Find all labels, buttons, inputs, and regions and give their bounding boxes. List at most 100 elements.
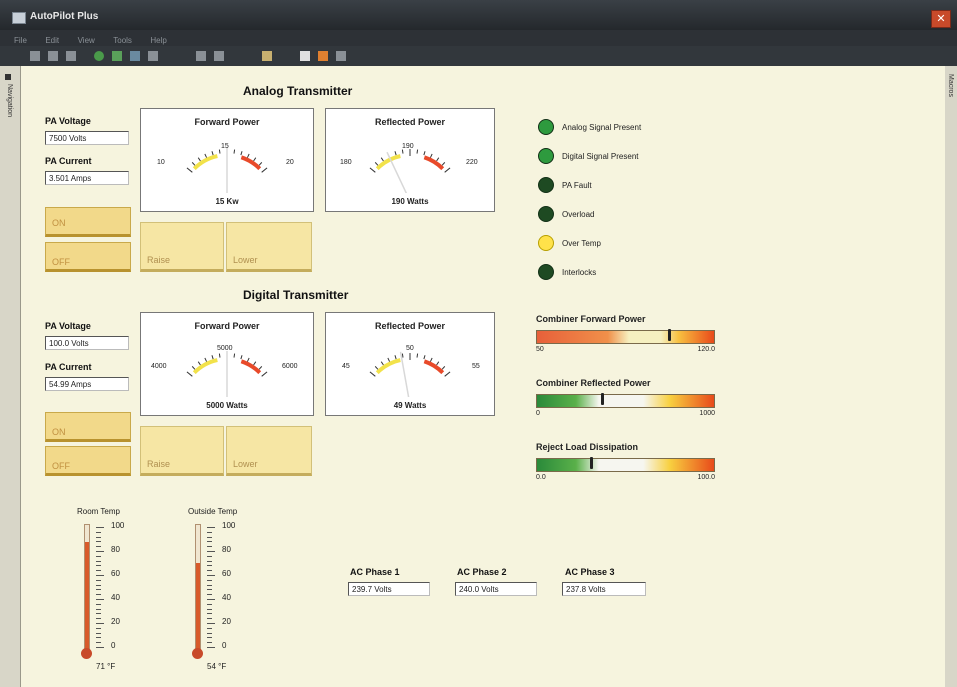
dial-tick [401,353,404,358]
device-icon[interactable] [130,51,140,61]
align-icon[interactable] [262,51,272,61]
settings-icon[interactable] [336,51,346,61]
chart-icon[interactable] [148,51,158,61]
edit-icon[interactable] [196,51,206,61]
page-icon[interactable] [300,51,310,61]
dial-tick [204,357,208,362]
analog-raise-button[interactable]: Raise [140,222,224,272]
bar-meter-title: Reject Load Dissipation [536,442,639,452]
save-icon[interactable] [66,51,76,61]
analog-forward-gauge: Forward Power 10 15 20 15 Kw [140,108,314,212]
dial-tick [258,162,263,166]
analog-lower-button[interactable]: Lower [226,222,312,272]
thermometer-tick [96,560,101,562]
monitor-icon[interactable] [112,51,122,61]
main-panel: Analog Transmitter PA Voltage 7500 Volts… [21,66,945,687]
status-led-label: PA Fault [562,181,592,190]
gauge-max-tick: 55 [472,363,480,370]
thermometer-scale-label: 40 [111,593,120,602]
navigation-pane-tab[interactable]: Navigation [0,66,21,687]
digital-reflected-gauge: Reflected Power 45 50 55 49 Watts [325,312,495,416]
dial-tick [240,355,243,360]
thermometer-scale-label: 100 [111,521,125,530]
close-button[interactable]: ✕ [931,10,951,28]
title-bar: AutoPilot Plus ✕ [0,0,957,30]
menu-help[interactable]: Help [150,36,166,45]
thermometer-scale-label: 80 [111,545,120,554]
forward-power-dial [186,147,268,193]
digital-pa-current-label: PA Current [45,362,92,372]
digital-pa-current-field[interactable]: 54.99 Amps [45,377,129,391]
dial-tick [416,149,419,154]
thermometer-tick [96,637,101,639]
pin-icon[interactable] [5,74,11,80]
status-led-label: Over Temp [562,239,601,248]
dial-tick [258,366,263,370]
thermometer-tick [207,623,215,624]
dial-tick [444,167,451,173]
ac-phase-1-field[interactable]: 239.7 Volts [348,582,430,596]
thermometer-tick [96,613,101,615]
digital-on-button[interactable]: ON [45,412,131,442]
thermometer-scale-label: 20 [111,617,120,626]
dial-tick [253,157,257,162]
menu-file[interactable]: File [14,36,27,45]
color-icon[interactable] [318,51,328,61]
new-icon[interactable] [30,51,40,61]
dial-tick [233,149,236,154]
ac-phase-3-field[interactable]: 237.8 Volts [562,582,646,596]
bar-meter-pointer [600,393,604,405]
digital-forward-gauge: Forward Power 4000 5000 6000 5000 Watts [140,312,314,416]
thermometer-scale-label: 40 [222,593,231,602]
thermometer-readout: 54 °F [207,662,227,671]
dial-tick [423,151,426,156]
menu-edit[interactable]: Edit [45,36,59,45]
ac-phase-2-field[interactable]: 240.0 Volts [455,582,537,596]
analog-pa-voltage-field[interactable]: 7500 Volts [45,131,129,145]
digital-title: Digital Transmitter [243,288,349,302]
analog-pa-current-field[interactable]: 3.501 Amps [45,171,129,185]
ac-phase-3-label: AC Phase 3 [565,567,615,577]
menu-tools[interactable]: Tools [113,36,132,45]
gauge-mid-tick: 15 [221,143,229,150]
open-icon[interactable] [48,51,58,61]
status-led [538,177,554,193]
bar-meter-min: 0.0 [536,474,546,481]
digital-lower-button[interactable]: Lower [226,426,312,476]
thermometer-tick [207,642,212,644]
bar-meter-track [536,457,715,472]
thermometer-tick [207,551,215,552]
thermometer-bulb [81,648,92,659]
thermometer-tick [96,608,101,610]
analog-reflected-gauge: Reflected Power 180 190 220 190 Watts [325,108,495,212]
macros-pane-tab[interactable]: Macros [944,66,957,687]
thermometer-tick [96,570,101,572]
dial-tick [374,162,379,166]
dial-high-zone [423,155,445,171]
status-led [538,119,554,135]
thermometer-mercury [85,541,89,650]
menu-view[interactable]: View [78,36,95,45]
dial-tick [218,149,221,154]
thermometer-title: Outside Temp [188,507,238,516]
bar-meter-track [536,329,715,344]
thermometer-tick [96,551,104,552]
thermometer-tick [207,531,212,533]
dial-tick [211,151,214,156]
thermometer-tick [96,584,101,586]
thermometer-tick [207,560,212,562]
digital-off-button[interactable]: OFF [45,446,131,476]
analog-on-button[interactable]: ON [45,207,131,237]
gauge-title: Reflected Power [374,117,446,127]
gauge-max-tick: 220 [466,159,478,166]
grid-icon[interactable] [214,51,224,61]
run-icon[interactable] [94,51,104,61]
window-title: AutoPilot Plus [30,11,99,22]
analog-off-button[interactable]: OFF [45,242,131,272]
dial-tick [394,355,397,360]
digital-raise-button[interactable]: Raise [140,426,224,476]
thermometer-tick [96,536,101,538]
digital-pa-voltage-field[interactable]: 100.0 Volts [45,336,129,350]
analog-pa-current-label: PA Current [45,156,92,166]
thermometer-tick [207,589,212,591]
